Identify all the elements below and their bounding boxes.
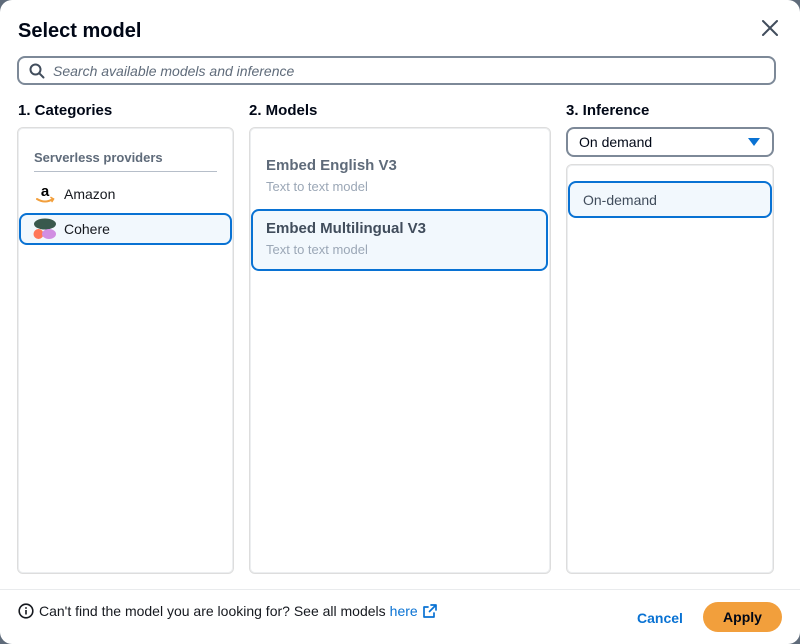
inference-heading: 3. Inference [566,102,650,119]
inference-select[interactable]: On demand [566,127,774,157]
search-field[interactable] [17,56,776,85]
search-input[interactable] [53,62,753,79]
external-link-icon [422,604,437,618]
apply-button[interactable]: Apply [703,602,782,632]
inference-option-label: On-demand [583,191,657,208]
model-subtitle: Text to text model [266,179,368,194]
categories-heading: 1. Categories [18,102,113,119]
model-embed-english-v3[interactable]: Embed English V3 Text to text model [251,148,548,210]
provider-cohere[interactable]: Cohere [19,213,232,245]
info-icon [18,603,34,619]
footer-note-text: Can't find the model you are looking for… [39,603,386,619]
provider-label: Cohere [64,221,110,237]
model-subtitle: Text to text model [266,242,368,257]
inference-panel: On-demand [566,164,774,574]
cohere-logo-icon [33,217,57,241]
model-name: Embed English V3 [266,157,397,174]
inference-option-on-demand[interactable]: On-demand [568,181,772,218]
inference-select-value: On demand [579,134,653,150]
amazon-logo-icon: a [33,182,57,206]
model-embed-multilingual-v3[interactable]: Embed Multilingual V3 Text to text model [251,209,548,271]
provider-label: Amazon [64,186,116,202]
close-button[interactable] [756,14,784,42]
model-name: Embed Multilingual V3 [266,220,427,237]
svg-text:a: a [41,183,50,200]
serverless-providers-label: Serverless providers [34,150,163,165]
group-divider [34,171,217,172]
search-icon [29,63,45,78]
cancel-button[interactable]: Cancel [624,604,696,632]
provider-amazon[interactable]: a Amazon [19,178,232,210]
footer-divider [0,589,800,590]
see-all-models-link[interactable]: here [390,603,438,619]
categories-panel: Serverless providers a Amazon Cohere [17,127,234,574]
dialog-title: Select model [18,20,142,42]
link-label: here [389,603,418,619]
models-panel: Embed English V3 Text to text model Embe… [249,127,551,574]
select-model-dialog: Select model 1. Categories Serverless pr… [0,0,800,644]
caret-down-icon [748,138,760,146]
close-icon [762,20,778,36]
models-heading: 2. Models [249,102,318,119]
footer-note: Can't find the model you are looking for… [18,603,438,619]
